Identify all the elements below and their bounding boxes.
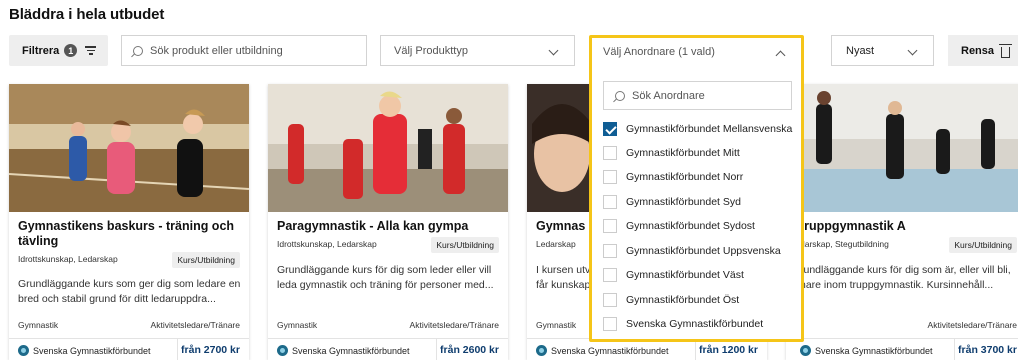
chevron-up-icon — [775, 50, 786, 61]
checkbox[interactable] — [603, 244, 617, 258]
checkbox[interactable] — [603, 170, 617, 184]
organizer: Svenska Gymnastikförbundet — [536, 345, 669, 356]
checkbox[interactable] — [603, 219, 617, 233]
course-image — [786, 84, 1018, 212]
checkbox[interactable] — [603, 268, 617, 282]
organizer-option-label: Gymnastikförbundet Mitt — [626, 147, 740, 159]
trash-icon — [999, 43, 1013, 58]
reset-button[interactable]: Rensa — [948, 35, 1018, 66]
course-tags: darskap, Stegutbildning — [800, 239, 889, 249]
organizer: Svenska Gymnastikförbundet — [277, 345, 410, 356]
checkbox[interactable] — [603, 317, 617, 331]
course-title[interactable]: Paragymnastik - Alla kan gympa — [277, 219, 499, 234]
course-title[interactable]: Gymnastikens baskurs - träning och tävli… — [18, 219, 240, 249]
organizer-option[interactable]: Gymnastikförbundet Sydost — [603, 218, 755, 234]
checkbox-checked[interactable] — [603, 122, 617, 136]
course-role: Aktivitetsledare/Tränare — [409, 320, 499, 330]
course-tags: Ledarskap — [536, 239, 576, 249]
course-type-badge: Kurs/Utbildning — [949, 237, 1017, 253]
organizer-search-input[interactable]: Sök Anordnare — [603, 81, 792, 110]
checkbox[interactable] — [603, 293, 617, 307]
filter-count-badge: 1 — [64, 44, 78, 57]
organizer-option-label: Gymnastikförbundet Mellansvenska — [626, 123, 793, 135]
organizer: Svenska Gymnastikförbundet — [800, 345, 933, 356]
course-card[interactable]: Gymnastikens baskurs - träning och tävli… — [9, 84, 249, 360]
organizer-option[interactable]: Gymnastikförbundet Uppsvenska — [603, 243, 781, 259]
reset-label: Rensa — [961, 44, 995, 57]
search-placeholder: Sök produkt eller utbildning — [150, 44, 283, 57]
filter-button[interactable]: Filtrera 1 — [9, 35, 108, 66]
course-description: Grundläggande kurs för dig som leder ell… — [277, 264, 494, 291]
product-type-select[interactable]: Välj Produkttyp — [380, 35, 575, 66]
course-card[interactable]: truppgymnastik A darskap, Stegutbildning… — [786, 84, 1018, 360]
checkbox[interactable] — [603, 146, 617, 160]
organizer-logo-icon — [800, 345, 811, 356]
organizer-option-label: Gymnastikförbundet Syd — [626, 196, 741, 208]
filter-label: Filtrera — [22, 44, 60, 57]
course-subject: Gymnastik — [277, 320, 318, 330]
organizer-select-label: Välj Anordnare (1 vald) — [603, 46, 715, 58]
organizer-search-placeholder: Sök Anordnare — [632, 89, 705, 102]
organizer-option-label: Gymnastikförbundet Uppsvenska — [626, 245, 781, 257]
course-type-badge: Kurs/Utbildning — [431, 237, 499, 253]
search-icon — [133, 45, 143, 56]
chevron-down-icon — [548, 45, 559, 56]
course-type-badge: Kurs/Utbildning — [172, 252, 240, 268]
organizer-option[interactable]: Svenska Gymnastikförbundet — [603, 316, 763, 332]
sort-select[interactable]: Nyast — [831, 35, 934, 66]
course-description: rundläggande kurs för dig som är, eller … — [800, 264, 1011, 291]
card-footer: Svenska Gymnastikförbundet från 2600 kr — [268, 338, 508, 360]
course-subject: Gymnastik — [18, 320, 59, 330]
course-price: från 2700 kr — [177, 339, 249, 360]
organizer-name: Svenska Gymnastikförbundet — [292, 345, 410, 356]
organizer-select[interactable]: Välj Anordnare (1 vald) — [592, 38, 801, 66]
organizer-option[interactable]: Gymnastikförbundet Mellansvenska — [603, 121, 792, 137]
organizer-option-label: Svenska Gymnastikförbundet — [626, 318, 764, 330]
course-tags: Idrottskunskap, Ledarskap — [277, 239, 377, 249]
organizer-option[interactable]: Gymnastikförbundet Öst — [603, 292, 739, 308]
course-role: Aktivitetsledare/Tränare — [150, 320, 240, 330]
organizer-logo-icon — [277, 345, 288, 356]
course-role: Aktivitetsledare/Tränare — [927, 320, 1017, 330]
organizer-option-label: Gymnastikförbundet Sydost — [626, 220, 755, 232]
sort-label: Nyast — [846, 44, 875, 57]
course-description: I kursen utv får kunskap — [536, 264, 591, 291]
course-tags: Idrottskunskap, Ledarskap — [18, 254, 118, 264]
chevron-down-icon — [907, 45, 918, 56]
organizer-option[interactable]: Gymnastikförbundet Syd — [603, 194, 741, 210]
page-title: Bläddra i hela utbudet — [9, 6, 165, 23]
course-image — [268, 84, 508, 212]
organizer-option[interactable]: Gymnastikförbundet Väst — [603, 267, 744, 283]
card-footer: Svenska Gymnastikförbundet från 2700 kr — [9, 338, 249, 360]
course-description: Grundläggande kurs som ger dig som ledar… — [18, 278, 241, 305]
organizer-dropdown: Välj Anordnare (1 vald) Sök Anordnare Gy… — [589, 35, 804, 342]
course-price: från 2600 kr — [436, 339, 508, 360]
course-price: från 1200 kr — [695, 339, 767, 360]
organizer-name: Svenska Gymnastikförbundet — [551, 345, 669, 356]
product-type-label: Välj Produkttyp — [394, 44, 468, 57]
course-subject: Gymnastik — [536, 320, 577, 330]
organizer-option[interactable]: Gymnastikförbundet Norr — [603, 169, 743, 185]
checkbox[interactable] — [603, 195, 617, 209]
course-card[interactable]: Paragymnastik - Alla kan gympa Idrottsku… — [268, 84, 508, 360]
organizer-option-label: Gymnastikförbundet Norr — [626, 171, 744, 183]
course-title[interactable]: truppgymnastik A — [800, 219, 1018, 234]
course-price: från 3700 kr — [954, 339, 1018, 360]
search-input[interactable]: Sök produkt eller utbildning — [121, 35, 367, 66]
organizer-option-label: Gymnastikförbundet Väst — [626, 269, 744, 281]
organizer: Svenska Gymnastikförbundet — [18, 345, 151, 356]
course-image — [9, 84, 249, 212]
filter-bar: Filtrera 1 Sök produkt eller utbildning … — [0, 35, 1018, 67]
organizer-option-label: Gymnastikförbundet Öst — [626, 294, 740, 306]
organizer-name: Svenska Gymnastikförbundet — [33, 345, 151, 356]
organizer-name: Svenska Gymnastikförbundet — [815, 345, 933, 356]
organizer-logo-icon — [536, 345, 547, 356]
organizer-logo-icon — [18, 345, 29, 356]
filter-lines-icon — [85, 46, 97, 55]
search-icon — [615, 90, 625, 101]
organizer-option[interactable]: Gymnastikförbundet Mitt — [603, 145, 740, 161]
card-footer: Svenska Gymnastikförbundet från 3700 kr — [786, 338, 1018, 360]
